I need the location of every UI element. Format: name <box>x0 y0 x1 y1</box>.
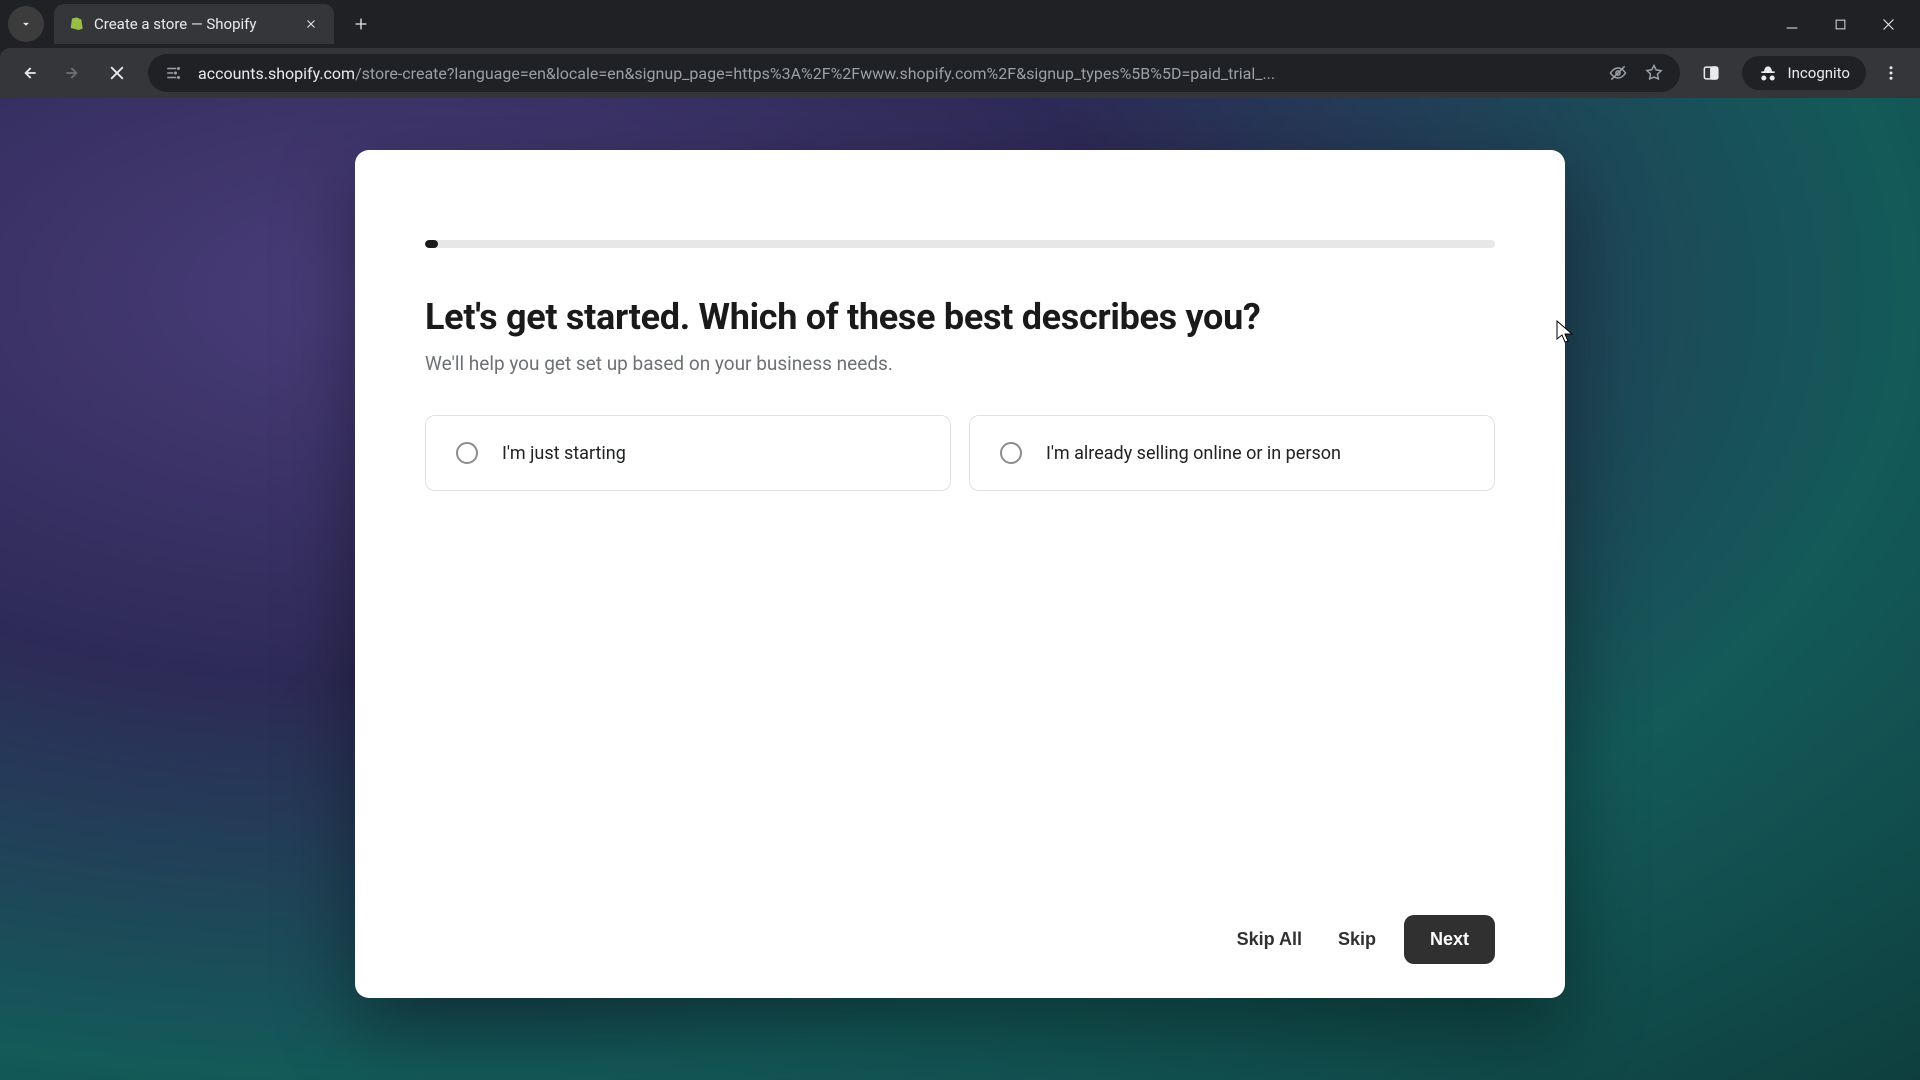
cookie-blocked-button[interactable] <box>1606 61 1630 85</box>
window-controls <box>1782 14 1912 34</box>
maximize-icon <box>1833 17 1848 32</box>
arrow-left-icon <box>19 63 39 83</box>
skip-all-button[interactable]: Skip All <box>1229 919 1310 960</box>
arrow-right-icon <box>63 63 83 83</box>
browser-tab[interactable]: Create a store — Shopify <box>54 4 334 44</box>
modal-footer: Skip All Skip Next <box>425 915 1495 964</box>
progress-fill <box>425 240 438 248</box>
onboarding-heading: Let's get started. Which of these best d… <box>425 296 1495 338</box>
nav-forward-button[interactable] <box>54 54 92 92</box>
titlebar-left: Create a store — Shopify <box>8 4 376 44</box>
nav-stop-button[interactable] <box>98 54 136 92</box>
onboarding-modal: Let's get started. Which of these best d… <box>355 150 1565 998</box>
site-info-button[interactable] <box>162 61 186 85</box>
dots-vertical-icon <box>1882 64 1900 82</box>
window-maximize-button[interactable] <box>1830 14 1850 34</box>
bookmark-button[interactable] <box>1642 61 1666 85</box>
radio-icon <box>456 442 478 464</box>
tab-close-button[interactable] <box>302 15 320 33</box>
nav-back-button[interactable] <box>10 54 48 92</box>
new-tab-button[interactable] <box>346 9 376 39</box>
onboarding-subheading: We'll help you get set up based on your … <box>425 352 1495 375</box>
incognito-icon <box>1758 63 1778 83</box>
window-minimize-button[interactable] <box>1782 14 1802 34</box>
minimize-icon <box>1784 16 1800 32</box>
star-icon <box>1644 63 1664 83</box>
next-button[interactable]: Next <box>1404 915 1495 964</box>
tab-search-button[interactable] <box>8 6 44 42</box>
chevron-down-icon <box>19 17 33 31</box>
option-just-starting[interactable]: I'm just starting <box>425 415 951 491</box>
close-icon <box>305 18 317 30</box>
url-text: accounts.shopify.com/store-create?langua… <box>198 64 1594 83</box>
close-icon <box>1880 16 1897 33</box>
browser-toolbar: accounts.shopify.com/store-create?langua… <box>0 48 1920 98</box>
browser-titlebar: Create a store — Shopify <box>0 0 1920 48</box>
eye-off-icon <box>1608 63 1628 83</box>
option-label: I'm already selling online or in person <box>1046 443 1341 464</box>
option-already-selling[interactable]: I'm already selling online or in person <box>969 415 1495 491</box>
skip-button[interactable]: Skip <box>1330 919 1384 960</box>
incognito-indicator[interactable]: Incognito <box>1742 56 1866 90</box>
option-label: I'm just starting <box>502 443 626 464</box>
address-bar[interactable]: accounts.shopify.com/store-create?langua… <box>148 54 1680 92</box>
browser-menu-button[interactable] <box>1872 54 1910 92</box>
option-group: I'm just starting I'm already selling on… <box>425 415 1495 491</box>
url-host: accounts.shopify.com <box>198 64 355 83</box>
cancel-icon <box>107 63 127 83</box>
progress-bar <box>425 240 1495 248</box>
window-close-button[interactable] <box>1878 14 1898 34</box>
page-viewport: Let's get started. Which of these best d… <box>0 98 1920 1080</box>
panel-icon <box>1701 63 1721 83</box>
tab-favicon-icon <box>68 16 84 32</box>
incognito-label: Incognito <box>1788 64 1850 82</box>
tune-icon <box>165 64 183 82</box>
plus-icon <box>353 16 369 32</box>
side-panel-button[interactable] <box>1692 54 1730 92</box>
tab-title: Create a store — Shopify <box>94 15 292 33</box>
url-path: /store-create?language=en&locale=en&sign… <box>355 64 1275 83</box>
radio-icon <box>1000 442 1022 464</box>
browser-chrome: Create a store — Shopify accounts.shopi <box>0 0 1920 98</box>
